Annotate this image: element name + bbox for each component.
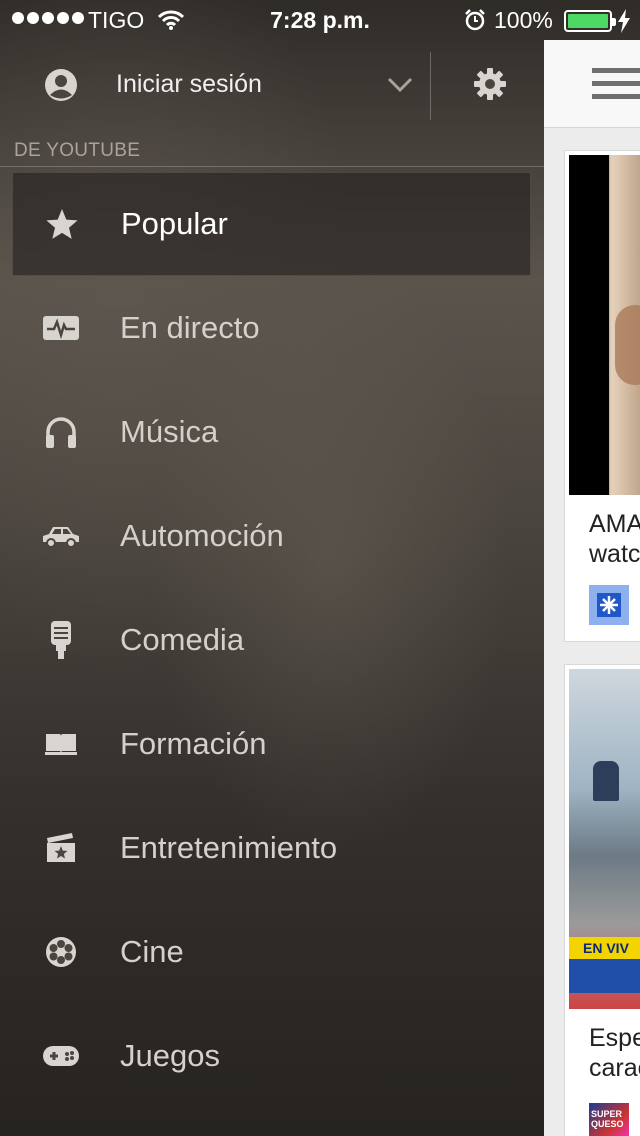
category-menu: Popular En directo Música Automoción Com… — [0, 172, 544, 1108]
menu-item-label: Juegos — [120, 1038, 220, 1073]
app-screen: TIGO 7:28 p.m. 100% Iniciar sesión DE YO… — [0, 0, 640, 1136]
menu-item-label: Comedia — [120, 622, 245, 657]
clapperboard-icon — [40, 827, 82, 869]
channel-avatar[interactable]: SUPER QUESO — [589, 1103, 629, 1136]
menu-item-education[interactable]: Formación — [0, 692, 544, 796]
microphone-icon — [40, 619, 82, 661]
gamepad-icon — [40, 1035, 82, 1077]
channel-logo-icon — [597, 593, 621, 617]
menu-item-label: Cine — [120, 934, 184, 969]
menu-item-popular[interactable]: Popular — [12, 172, 531, 276]
alarm-clock-icon — [465, 9, 485, 31]
menu-item-label: Formación — [120, 726, 267, 761]
signin-link[interactable]: Iniciar sesión — [116, 70, 262, 99]
video-title[interactable]: Espe carac — [589, 1023, 640, 1083]
section-divider — [0, 166, 544, 167]
gear-icon — [474, 68, 506, 100]
channel-avatar[interactable] — [589, 585, 629, 625]
video-title[interactable]: AMA watc — [589, 509, 640, 569]
live-banner: EN VIV — [569, 937, 640, 959]
video-card[interactable]: EN VIV Espe carac SUPER QUESO — [564, 664, 640, 1136]
menu-item-label: Música — [120, 414, 219, 449]
account-circle-icon[interactable] — [44, 68, 78, 102]
section-heading: DE YOUTUBE — [14, 140, 141, 161]
charging-bolt-icon — [618, 9, 630, 33]
menu-item-gaming[interactable]: Juegos — [0, 1004, 544, 1108]
car-icon — [40, 515, 82, 557]
hamburger-icon[interactable] — [592, 68, 640, 102]
menu-item-live[interactable]: En directo — [0, 276, 544, 380]
video-card[interactable]: AMA watc — [564, 150, 640, 642]
menu-item-label: Entretenimiento — [120, 830, 338, 865]
settings-button[interactable] — [466, 60, 514, 108]
menu-item-film[interactable]: Cine — [0, 900, 544, 1004]
battery-percentage: 100% — [494, 7, 553, 33]
chevron-down-icon[interactable] — [386, 76, 414, 94]
menu-item-entertainment[interactable]: Entretenimiento — [0, 796, 544, 900]
battery-icon — [564, 10, 616, 32]
status-bar: TIGO 7:28 p.m. 100% — [0, 0, 640, 40]
open-book-icon — [40, 723, 82, 765]
film-reel-icon — [40, 931, 82, 973]
live-pulse-icon — [40, 307, 82, 349]
menu-item-label: Popular — [121, 206, 228, 241]
menu-item-music[interactable]: Música — [0, 380, 544, 484]
video-thumbnail[interactable] — [569, 155, 640, 495]
header-divider — [430, 52, 431, 120]
feed-panel: AMA watc EN VIV Espe carac SUPER QUESO — [544, 40, 640, 1136]
star-icon — [41, 203, 83, 245]
video-thumbnail[interactable]: EN VIV — [569, 669, 640, 1009]
feed-top-bar — [544, 40, 640, 128]
menu-item-autos[interactable]: Automoción — [0, 484, 544, 588]
menu-item-label: En directo — [120, 310, 260, 345]
menu-item-label: Automoción — [120, 518, 284, 553]
headphones-icon — [40, 411, 82, 453]
menu-item-comedy[interactable]: Comedia — [0, 588, 544, 692]
